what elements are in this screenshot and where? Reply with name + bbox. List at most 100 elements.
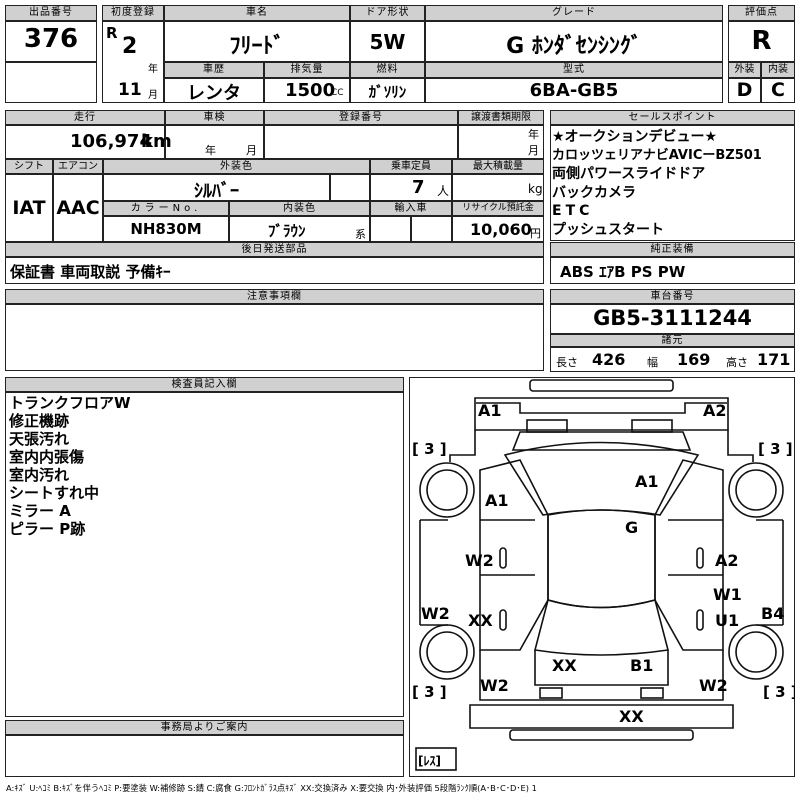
door-header: ドア形状 <box>350 5 425 21</box>
color-no-header: カラーNo. <box>103 201 229 216</box>
capacity-unit: 人 <box>437 184 450 198</box>
selling-point: ★オークションデビュー★ <box>552 129 718 145</box>
model-header: 型式 <box>425 62 723 78</box>
length-label: 長さ <box>556 356 578 369</box>
first-reg-header: 初度登録 <box>102 5 164 21</box>
tire-tl: [ 3 ] <box>412 440 447 458</box>
exterior-header: 外装 <box>728 62 761 78</box>
diag-a2-fr: A2 <box>703 401 727 420</box>
capacity-header: 乗車定員 <box>370 159 452 174</box>
shift: IAT <box>12 197 46 219</box>
inspector-note: 室内内張傷 <box>9 448 85 466</box>
selling-point: ETC <box>552 203 594 219</box>
selling-points-header: セールスポイント <box>550 110 795 125</box>
office-header: 事務局よりご案内 <box>5 720 404 735</box>
tire-bl: [ 3 ] <box>412 683 447 701</box>
selling-points-list: ★オークションデビュー★ カロッツェリアナビAVICーBZ501 両側パワースラ… <box>552 128 794 239</box>
recycle: 10,060 <box>470 220 532 239</box>
max-load-header: 最大積載量 <box>452 159 544 174</box>
reg-month: 11 <box>118 80 142 100</box>
car-name: ﾌﾘｰﾄﾞ <box>229 34 285 59</box>
diag-w2-left: W2 <box>465 551 494 570</box>
dimensions-header: 諸元 <box>550 334 795 347</box>
notes-header: 注意事項欄 <box>5 289 544 304</box>
aircon-header: エアコン <box>53 159 103 174</box>
ext-color: ｼﾙﾊﾞｰ <box>194 181 239 202</box>
inspector-note: シートすれ中 <box>9 484 100 502</box>
insp-month-unit: 月 <box>246 144 257 157</box>
door-type: 5W <box>369 30 406 54</box>
chassis-no: GB5-3111244 <box>593 306 752 330</box>
diag-u1-right: U1 <box>715 611 739 630</box>
inspector-note: 天張汚れ <box>9 430 70 448</box>
fuel-header: 燃料 <box>350 62 425 78</box>
import-box-2 <box>411 216 452 242</box>
reg-year: 2 <box>122 34 138 59</box>
car-name-header: 車名 <box>164 5 350 21</box>
interior-header: 内装 <box>761 62 795 78</box>
history-header: 車歴 <box>164 62 264 78</box>
diag-g: G <box>625 518 638 537</box>
width-label: 幅 <box>647 356 658 369</box>
shift-header: シフト <box>5 159 53 174</box>
lot-no-header: 出品番号 <box>5 5 97 21</box>
grade-header: グレード <box>425 5 723 21</box>
inspector-note: 修正機跡 <box>9 412 70 430</box>
cc-unit: CC <box>331 88 344 98</box>
chassis-header: 車台番号 <box>550 289 795 304</box>
office-box <box>5 735 404 777</box>
later-parts-header: 後日発送部品 <box>5 242 544 257</box>
model-code: 6BA-GB5 <box>529 80 619 101</box>
int-color-suffix: 系 <box>355 228 366 241</box>
recycle-header: リサイクル預託金 <box>452 201 544 216</box>
diag-a2-right: A2 <box>715 551 739 570</box>
length: 426 <box>592 350 626 369</box>
mileage: 106,974 <box>70 131 152 152</box>
reg-no-header: 登録番号 <box>264 110 458 125</box>
insp-year-unit: 年 <box>205 144 216 157</box>
lot-no-blank <box>5 62 97 103</box>
inspector-notes: トランクフロアW 修正機跡 天張汚れ 室内内張傷 室内汚れ シートすれ中 ミラー… <box>9 394 131 538</box>
diag-xx-rear-l: XX <box>552 656 577 675</box>
diag-b1-rear: B1 <box>630 656 653 675</box>
inspection-header: 車検 <box>165 110 264 125</box>
inspector-note: ピラー P跡 <box>9 520 86 538</box>
diag-w2-rear-l: W2 <box>480 676 509 695</box>
diag-a1-left: A1 <box>485 491 509 510</box>
exterior-grade: D <box>736 79 753 101</box>
fuel: ｶﾞｿﾘﾝ <box>368 83 407 101</box>
era-letter: R <box>106 24 118 42</box>
selling-point: プッシュスタート <box>552 221 664 238</box>
selling-point: カロッツェリアナビAVICーBZ501 <box>552 147 762 163</box>
diag-xx-left: XX <box>468 611 493 630</box>
later-parts: 保証書 車両取説 予備ｷｰ <box>10 263 171 281</box>
width: 169 <box>677 350 711 369</box>
genuine-equip: ABS ｴｱB PS PW <box>560 263 686 281</box>
displacement: 1500 <box>285 80 336 101</box>
spare-tire: [ﾚｽ] <box>418 754 441 768</box>
diag-a1-fl: A1 <box>478 401 502 420</box>
selling-point: バックカメラ <box>552 184 636 201</box>
year-unit: 年 <box>148 64 158 75</box>
inspector-note: トランクフロアW <box>9 394 131 412</box>
inspector-note: 室内汚れ <box>9 466 70 484</box>
diag-a1-hood: A1 <box>635 472 659 491</box>
mileage-header: 走行 <box>5 110 165 125</box>
tire-br: [ 3 ] <box>763 683 795 701</box>
lot-no: 376 <box>23 24 79 54</box>
grade: G ﾎﾝﾀﾞｾﾝｼﾝｸﾞ <box>506 34 642 59</box>
int-color-header: 内装色 <box>229 201 370 216</box>
notes-box <box>5 304 544 371</box>
car-diagram: A1 A2 A1 A1 G W2 A2 W1 W2 B4 XX U1 XX B1… <box>412 379 795 771</box>
int-color: ﾌﾞﾗｳﾝ <box>268 222 306 240</box>
ext-color-header: 外装色 <box>103 159 370 174</box>
legend: A:ｷｽﾞ U:ﾍｺﾐ B:ｷｽﾞを伴うﾍｺﾐ P:要塗装 W:補修跡 S:錆 … <box>6 783 537 793</box>
capacity: 7 <box>412 177 425 198</box>
import-box <box>370 216 411 242</box>
diag-w2-rear-r: W2 <box>699 676 728 695</box>
interior-grade: C <box>771 79 785 101</box>
genuine-equip-header: 純正装備 <box>550 242 795 257</box>
inspector-note: ミラー A <box>9 502 71 520</box>
color-no: NH830M <box>130 220 202 238</box>
transfer-year-unit: 年 <box>528 128 539 141</box>
